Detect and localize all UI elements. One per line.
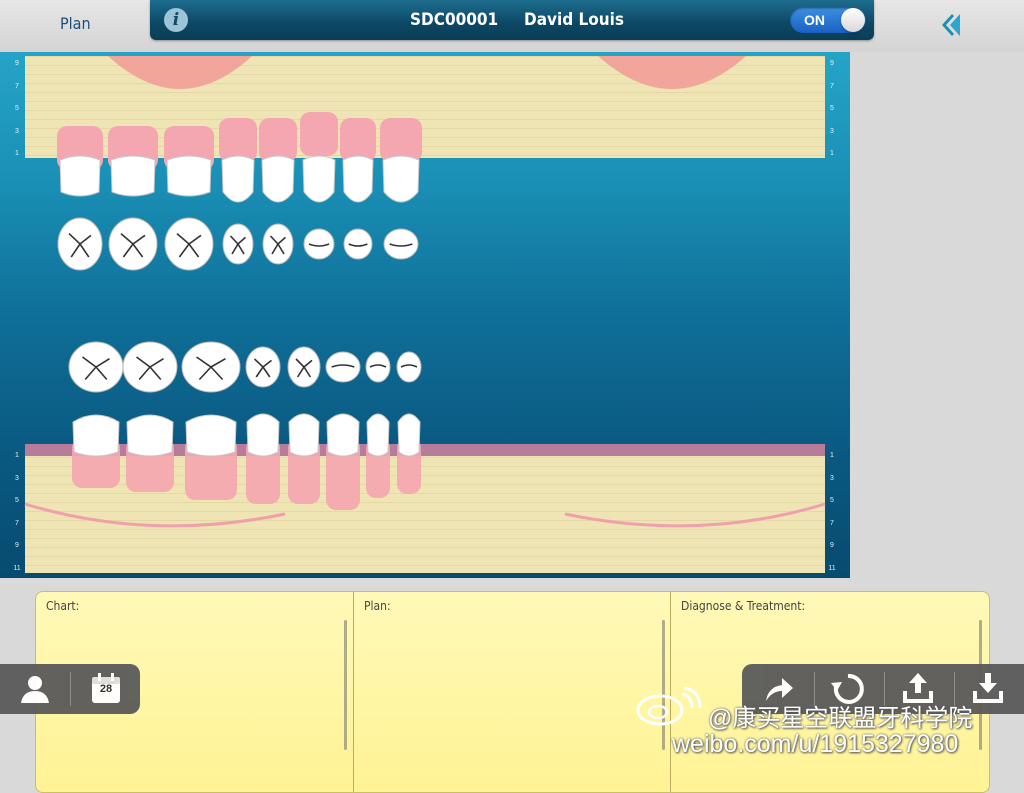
lower-crown — [72, 414, 120, 457]
upper-gum — [340, 118, 376, 162]
upper-occlusal-tooth[interactable] — [343, 228, 373, 260]
dental-chart: 97531 97531 1 3 5 7 9 11 1 3 5 7 9 11 — [0, 52, 850, 578]
upper-occlusal-tooth[interactable] — [164, 217, 214, 271]
lower-occlusal-tooth[interactable] — [68, 341, 124, 393]
upper-occlusal-tooth[interactable] — [262, 223, 294, 265]
chart-notes-scrollbar[interactable] — [344, 620, 347, 750]
patient-title-bar: i SDC00001 David Louis ON — [150, 0, 874, 40]
lower-crown — [126, 414, 174, 457]
upper-occlusal-surface — [303, 228, 335, 260]
lower-occlusal-tooth[interactable] — [365, 351, 391, 383]
upper-crown — [382, 155, 420, 203]
info-icon[interactable]: i — [164, 8, 188, 32]
on-off-toggle[interactable]: ON — [790, 7, 866, 33]
toggle-label: ON — [804, 12, 825, 28]
lower-tooth[interactable] — [397, 413, 421, 457]
lower-occlusal-tooth[interactable] — [181, 341, 241, 393]
watermark-url: weibo.com/u/1915327980 — [672, 730, 959, 758]
upper-gum — [380, 118, 422, 162]
lower-tooth[interactable] — [72, 414, 120, 457]
upper-tooth[interactable] — [261, 155, 295, 203]
upper-crown — [342, 155, 374, 203]
lower-tooth[interactable] — [366, 413, 390, 457]
lower-occlusal-tooth[interactable] — [122, 341, 178, 393]
toggle-knob[interactable] — [841, 8, 865, 32]
lower-crown — [366, 413, 390, 457]
plan-notes-label: Plan: — [364, 599, 391, 613]
download-icon[interactable] — [968, 669, 1008, 709]
upper-tooth[interactable] — [110, 155, 156, 197]
lower-occlusal-tooth[interactable] — [245, 346, 281, 388]
upper-right-palate — [598, 56, 746, 89]
chart-notes-label: Chart: — [46, 599, 80, 613]
weibo-logo — [636, 686, 702, 726]
upper-crown — [166, 155, 212, 197]
plan-notes-scrollbar[interactable] — [662, 620, 665, 750]
lower-crown — [397, 413, 421, 457]
upper-tooth[interactable] — [221, 155, 255, 203]
upper-tooth[interactable] — [166, 155, 212, 197]
upper-left-palate — [108, 56, 252, 89]
upper-gum — [259, 118, 297, 162]
double-chevron-left-icon[interactable] — [938, 12, 962, 38]
upper-occlusal-tooth[interactable] — [108, 217, 158, 271]
upper-crown — [59, 155, 101, 197]
plan-notes[interactable]: Plan: — [353, 592, 671, 792]
lower-occlusal-row — [68, 341, 422, 393]
upper-tooth[interactable] — [382, 155, 420, 203]
upper-occlusal-tooth[interactable] — [303, 228, 335, 260]
upper-occlusal-tooth[interactable] — [222, 223, 254, 265]
lower-tooth[interactable] — [185, 414, 237, 457]
upper-crown — [302, 155, 336, 203]
upper-occlusal-row — [57, 217, 419, 271]
lower-occlusal-surface — [325, 351, 361, 383]
upper-crown — [110, 155, 156, 197]
plan-tab[interactable]: Plan — [60, 14, 91, 33]
upper-crown — [221, 155, 255, 203]
patient-id: SDC00001 — [410, 10, 499, 30]
upper-tooth[interactable] — [59, 155, 101, 197]
lower-crown — [185, 414, 237, 457]
lower-occlusal-surface — [365, 351, 391, 383]
upper-tooth-row — [59, 155, 420, 203]
watermark-handle: @康买星空联盟牙科学院 — [708, 705, 973, 732]
lower-occlusal-tooth[interactable] — [325, 351, 361, 383]
lower-occlusal-tooth[interactable] — [287, 346, 321, 388]
lower-crown — [288, 413, 320, 457]
lower-crown — [326, 413, 360, 457]
lower-tooth[interactable] — [288, 413, 320, 457]
lower-occlusal-tooth[interactable] — [396, 351, 422, 383]
teeth-layer — [24, 56, 826, 528]
lower-crown — [246, 413, 280, 457]
upper-occlusal-surface — [383, 228, 419, 260]
calendar-day: 28 — [99, 683, 113, 695]
upper-occlusal-surface — [343, 228, 373, 260]
person-icon[interactable] — [15, 669, 55, 709]
upper-occlusal-tooth[interactable] — [383, 228, 419, 260]
upper-occlusal-tooth[interactable] — [57, 217, 103, 271]
upper-gum — [300, 112, 338, 156]
left-toolbar — [0, 664, 140, 714]
lower-left-arch — [24, 502, 286, 528]
upper-gum — [219, 118, 257, 162]
top-bar: Plan i SDC00001 David Louis ON — [0, 0, 1024, 52]
toolbar-divider — [70, 672, 71, 706]
diagnose-treatment-label: Diagnose & Treatment: — [681, 599, 806, 613]
upper-tooth[interactable] — [342, 155, 374, 203]
upper-crown — [261, 155, 295, 203]
lower-tooth[interactable] — [246, 413, 280, 457]
lower-tooth[interactable] — [126, 414, 174, 457]
lower-right-arch — [564, 502, 826, 528]
upper-tooth[interactable] — [302, 155, 336, 203]
patient-name: David Louis — [524, 10, 624, 30]
lower-tooth[interactable] — [326, 413, 360, 457]
lower-occlusal-surface — [396, 351, 422, 383]
